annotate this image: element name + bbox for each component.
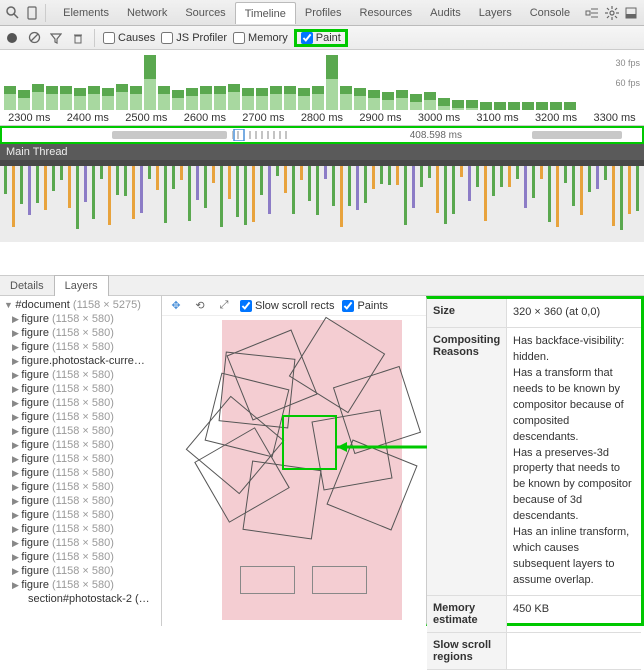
- jsprofiler-label: JS Profiler: [176, 32, 227, 44]
- devtools-toolbar: Elements Network Sources Timeline Profil…: [0, 0, 644, 26]
- tab-resources[interactable]: Resources: [351, 2, 422, 24]
- paint-label: Paint: [316, 32, 341, 44]
- pan-icon[interactable]: ✥: [168, 298, 184, 314]
- tree-item[interactable]: figure (1158 × 580): [0, 536, 161, 550]
- time-axis: 2300 ms2400 ms2500 ms2600 ms2700 ms2800 …: [0, 110, 644, 126]
- device-icon[interactable]: [24, 3, 42, 23]
- tree-item[interactable]: figure (1158 × 580): [0, 466, 161, 480]
- range-ticks: [232, 129, 342, 141]
- tree-root[interactable]: #document (1158 × 5275): [0, 298, 161, 312]
- filter-icon[interactable]: [48, 30, 64, 46]
- paint-checkbox[interactable]: Paint: [301, 32, 341, 44]
- clear-icon[interactable]: [26, 30, 42, 46]
- separator: [94, 29, 95, 47]
- panel-tabs: Elements Network Sources Timeline Profil…: [54, 2, 579, 24]
- layer-visualization[interactable]: ✥ ⟲ ⤢ Slow scroll rects Paints: [162, 296, 426, 626]
- tree-item[interactable]: figure (1158 × 580): [0, 424, 161, 438]
- tree-item[interactable]: figure (1158 × 580): [0, 578, 161, 592]
- tree-item[interactable]: figure (1158 × 580): [0, 480, 161, 494]
- record-icon[interactable]: [4, 30, 20, 46]
- tab-network[interactable]: Network: [118, 2, 176, 24]
- tab-timeline[interactable]: Timeline: [235, 2, 296, 24]
- tree-item[interactable]: figure (1158 × 580): [0, 382, 161, 396]
- timeline-toolbar: Causes JS Profiler Memory Paint: [0, 26, 644, 50]
- range-selector[interactable]: 408.598 ms: [0, 126, 644, 144]
- prop-reasons-key: Compositing Reasons: [427, 328, 507, 595]
- layer-properties: Size320 × 360 (at 0,0) Compositing Reaso…: [426, 296, 644, 626]
- tree-item[interactable]: figure.photostack-curre…: [0, 354, 161, 368]
- flame-chart[interactable]: [0, 160, 644, 242]
- tree-item[interactable]: figure (1158 × 580): [0, 508, 161, 522]
- prop-memory-val: 450 KB: [507, 596, 641, 632]
- prop-size-val: 320 × 360 (at 0,0): [507, 299, 641, 327]
- jsprofiler-checkbox[interactable]: JS Profiler: [161, 32, 227, 44]
- tree-item[interactable]: figure (1158 × 580): [0, 452, 161, 466]
- tab-sources[interactable]: Sources: [176, 2, 234, 24]
- tab-elements[interactable]: Elements: [54, 2, 118, 24]
- paint-highlight: Paint: [294, 29, 348, 47]
- tree-item[interactable]: figure (1158 × 580): [0, 410, 161, 424]
- tree-item[interactable]: figure (1158 × 580): [0, 340, 161, 354]
- prop-reasons-val: Has backface-visibility: hidden.Has a tr…: [507, 328, 641, 595]
- range-handle-left[interactable]: [112, 131, 227, 139]
- range-handle-right[interactable]: [532, 131, 622, 139]
- rotate-icon[interactable]: ⟲: [192, 298, 208, 314]
- tree-item[interactable]: figure (1158 × 580): [0, 522, 161, 536]
- prop-size-key: Size: [427, 299, 507, 327]
- range-value: 408.598 ms: [410, 130, 462, 141]
- drawer-icon[interactable]: [583, 3, 601, 23]
- tree-item[interactable]: figure (1158 × 580): [0, 326, 161, 340]
- reset-icon[interactable]: ⤢: [216, 298, 232, 314]
- tree-item[interactable]: figure (1158 × 580): [0, 550, 161, 564]
- tree-item[interactable]: section#photostack-2 (…: [0, 592, 161, 606]
- tab-layers-sub[interactable]: Layers: [54, 275, 109, 296]
- causes-checkbox[interactable]: Causes: [103, 32, 155, 44]
- layer-tree[interactable]: #document (1158 × 5275)figure (1158 × 58…: [0, 296, 162, 626]
- fps-overview[interactable]: 30 fps 60 fps: [0, 50, 644, 110]
- garbage-icon[interactable]: [70, 30, 86, 46]
- dock-icon[interactable]: [622, 3, 640, 23]
- fps-bars: [4, 50, 640, 110]
- tab-console[interactable]: Console: [521, 2, 579, 24]
- tree-item[interactable]: figure (1158 × 580): [0, 494, 161, 508]
- tab-details[interactable]: Details: [0, 276, 54, 296]
- tree-item[interactable]: figure (1158 × 580): [0, 564, 161, 578]
- memory-checkbox[interactable]: Memory: [233, 32, 288, 44]
- tab-profiles[interactable]: Profiles: [296, 2, 351, 24]
- viz-toolbar: ✥ ⟲ ⤢ Slow scroll rects Paints: [162, 296, 426, 316]
- tree-item[interactable]: figure (1158 × 580): [0, 368, 161, 382]
- viz-canvas[interactable]: [182, 320, 406, 620]
- callout-arrow-icon: [337, 440, 432, 454]
- causes-label: Causes: [118, 32, 155, 44]
- tree-item[interactable]: figure (1158 × 580): [0, 396, 161, 410]
- selected-layer[interactable]: [282, 415, 337, 470]
- prop-slow-val: [507, 633, 641, 669]
- memory-label: Memory: [248, 32, 288, 44]
- separator: [45, 4, 46, 22]
- slow-rects-checkbox[interactable]: Slow scroll rects: [240, 300, 334, 312]
- blank-area: [0, 242, 644, 276]
- tab-layers[interactable]: Layers: [470, 2, 521, 24]
- prop-memory-key: Memory estimate: [427, 596, 507, 632]
- tree-item[interactable]: figure (1158 × 580): [0, 438, 161, 452]
- prop-slow-key: Slow scroll regions: [427, 633, 507, 669]
- settings-icon[interactable]: [603, 3, 621, 23]
- detail-tabs: Details Layers: [0, 276, 644, 296]
- tree-item[interactable]: figure (1158 × 580): [0, 312, 161, 326]
- layers-panel: #document (1158 × 5275)figure (1158 × 58…: [0, 296, 644, 626]
- search-icon[interactable]: [4, 3, 22, 23]
- tab-audits[interactable]: Audits: [421, 2, 470, 24]
- main-thread-header: Main Thread: [0, 144, 644, 160]
- paints-checkbox[interactable]: Paints: [342, 300, 388, 312]
